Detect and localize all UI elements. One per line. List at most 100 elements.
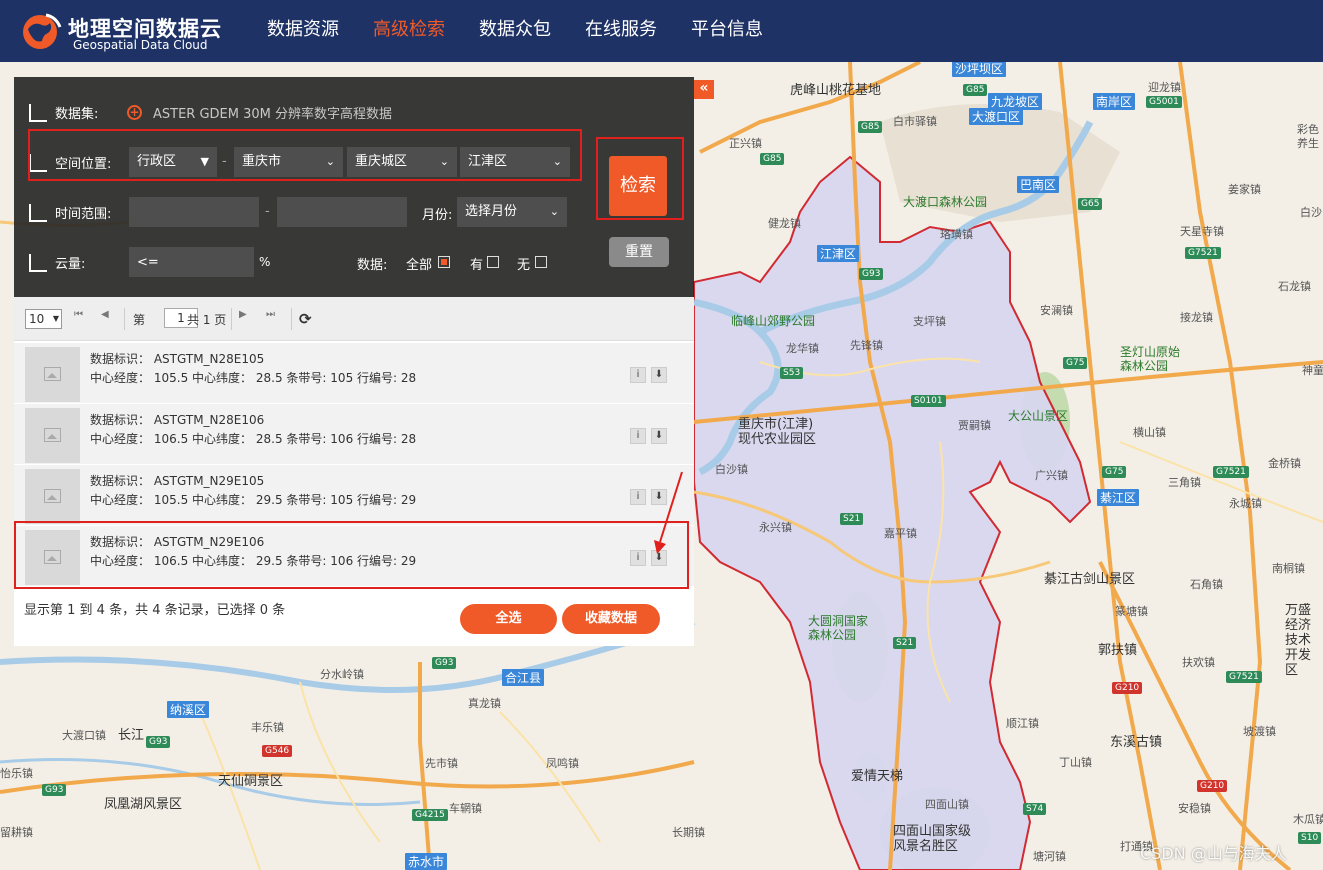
lat-label: 中心纬度： (192, 554, 253, 568)
row-label: 行编号: (357, 554, 398, 568)
first-page-icon[interactable]: ⏮ (74, 309, 83, 320)
lat-value: 28.5 (255, 371, 283, 385)
row-label: 行编号: (357, 432, 398, 446)
page-size-select[interactable]: 10 ▼ (25, 309, 62, 329)
result-item[interactable]: 数据标识： ASTGTM_N28E105 中心经度： 105.5 中心纬度： 2… (14, 343, 694, 404)
annotation-arrow-icon (654, 471, 683, 554)
info-icon[interactable]: i (630, 367, 646, 383)
data-option-no-checkbox[interactable] (535, 256, 547, 268)
lon-label: 中心经度： (90, 493, 151, 507)
thumbnail[interactable] (25, 408, 80, 463)
lat-label: 中心纬度： (192, 493, 253, 507)
page-total: 共 1 页 (187, 313, 227, 327)
map-label: 彩色养生 (1297, 123, 1319, 150)
chevron-down-icon: ⌄ (549, 205, 559, 218)
refresh-icon[interactable]: ⟳ (299, 310, 312, 328)
month-label: 月份: (422, 208, 453, 223)
map-label: 分水岭镇 (320, 668, 364, 681)
map-label: 白市驿镇 (893, 115, 937, 128)
map-label: 先市镇 (425, 757, 458, 770)
result-id: ASTGTM_N29E106 (153, 535, 265, 549)
result-item[interactable]: 数据标识： ASTGTM_N29E105 中心经度： 105.5 中心纬度： 2… (14, 465, 694, 526)
nav-online-services[interactable]: 在线服务 (568, 0, 674, 62)
road-shield: S53 (780, 367, 804, 379)
map-label: 塘河镇 (1033, 850, 1066, 863)
lat-value: 29.5 (255, 554, 283, 568)
map-label: 万盛经济技术开发区 (1285, 603, 1312, 678)
id-label: 数据标识： (90, 535, 151, 549)
map-label: 正兴镇 (729, 137, 762, 150)
district-select[interactable]: 江津区 ⌄ (460, 147, 570, 177)
download-icon[interactable]: ⬇ (651, 428, 667, 444)
road-shield: G85 (760, 153, 785, 165)
cloud-input[interactable] (129, 247, 254, 277)
nav-platform-info[interactable]: 平台信息 (674, 0, 780, 62)
info-icon[interactable]: i (630, 428, 646, 444)
result-meta-line: 中心经度： 105.5 中心纬度： 28.5 条带号: 105 行编号: 28 (90, 369, 416, 386)
region-type-select[interactable]: 行政区 ▼ (129, 147, 217, 177)
thumbnail[interactable] (25, 530, 80, 585)
thumbnail[interactable] (25, 469, 80, 524)
map-label: 沙坪坝区 (952, 62, 1007, 77)
map-label: 三角镇 (1168, 476, 1201, 489)
row-value: 29 (400, 493, 417, 507)
lat-label: 中心纬度： (192, 371, 253, 385)
map-label: 天仙硐景区 (218, 774, 284, 789)
separator: - (222, 154, 227, 169)
data-option-yes-checkbox[interactable] (487, 256, 499, 268)
last-page-icon[interactable]: ⏭ (266, 309, 275, 320)
select-all-button[interactable]: 全选 (460, 604, 557, 634)
id-label: 数据标识： (90, 413, 151, 427)
result-item[interactable]: 数据标识： ASTGTM_N28E106 中心经度： 106.5 中心纬度： 2… (14, 404, 694, 465)
nav-crowdsourcing[interactable]: 数据众包 (462, 0, 568, 62)
map-label: 爱情天梯 (851, 769, 904, 784)
city-select[interactable]: 重庆城区 ⌄ (347, 147, 457, 177)
lon-label: 中心经度： (90, 371, 151, 385)
map-label: 篆塘镇 (1115, 605, 1148, 618)
road-shield: G85 (963, 84, 988, 96)
month-select[interactable]: 选择月份 ⌄ (457, 197, 567, 227)
favorite-data-button[interactable]: 收藏数据 (562, 604, 660, 634)
search-panel: 数据集: + ASTER GDEM 30M 分辨率数字高程数据 空间位置: 行政… (14, 77, 694, 297)
map-label: 东溪古镇 (1110, 735, 1163, 750)
data-option-all-checkbox[interactable] (438, 256, 450, 268)
month-value: 选择月份 (465, 204, 518, 219)
province-select[interactable]: 重庆市 ⌄ (234, 147, 343, 177)
map-label: 车辋镇 (449, 802, 482, 815)
collapse-panel-button[interactable]: « (694, 80, 714, 99)
dataset-label: 数据集: (55, 107, 99, 122)
map-label: 接龙镇 (1180, 311, 1213, 324)
reset-button[interactable]: 重置 (609, 237, 669, 267)
path-value: 105 (330, 371, 354, 385)
map-label: 合江县 (502, 669, 545, 686)
download-icon[interactable]: ⬇ (651, 367, 667, 383)
cloud-icon (29, 254, 47, 272)
map-label: 四面山镇 (925, 798, 969, 811)
info-icon[interactable]: i (630, 550, 646, 566)
thumbnail[interactable] (25, 347, 80, 402)
location-label: 空间位置: (55, 157, 112, 172)
dataset-name[interactable]: ASTER GDEM 30M 分辨率数字高程数据 (153, 103, 392, 122)
result-meta-line: 中心经度： 105.5 中心纬度： 29.5 条带号: 105 行编号: 29 (90, 491, 416, 508)
time-end-input[interactable] (277, 197, 407, 227)
next-page-icon[interactable]: ▶ (239, 309, 247, 320)
path-label: 条带号: (286, 432, 327, 446)
nav-data-resources[interactable]: 数据资源 (250, 0, 356, 62)
time-start-input[interactable] (129, 197, 259, 227)
result-id-line: 数据标识： ASTGTM_N28E105 (90, 350, 264, 367)
map-label: 石龙镇 (1278, 280, 1311, 293)
site-logo[interactable]: 地理空间数据云 Geospatial Data Cloud (20, 11, 230, 53)
prev-page-icon[interactable]: ◀ (101, 309, 109, 320)
search-button[interactable]: 检索 (609, 156, 667, 216)
road-shield: S21 (893, 637, 917, 649)
info-icon[interactable]: i (630, 489, 646, 505)
map-label: 安稳镇 (1178, 802, 1211, 815)
province-value: 重庆市 (242, 154, 282, 169)
map-label: 广兴镇 (1035, 469, 1068, 482)
nav-advanced-search[interactable]: 高级检索 (356, 0, 462, 62)
row-value: 28 (400, 432, 417, 446)
add-dataset-icon[interactable]: + (127, 105, 142, 120)
result-id-line: 数据标识： ASTGTM_N28E106 (90, 411, 264, 428)
map-label: 大圆洞国家森林公园 (808, 614, 869, 642)
result-item[interactable]: 数据标识： ASTGTM_N29E106 中心经度： 106.5 中心纬度： 2… (14, 526, 694, 587)
